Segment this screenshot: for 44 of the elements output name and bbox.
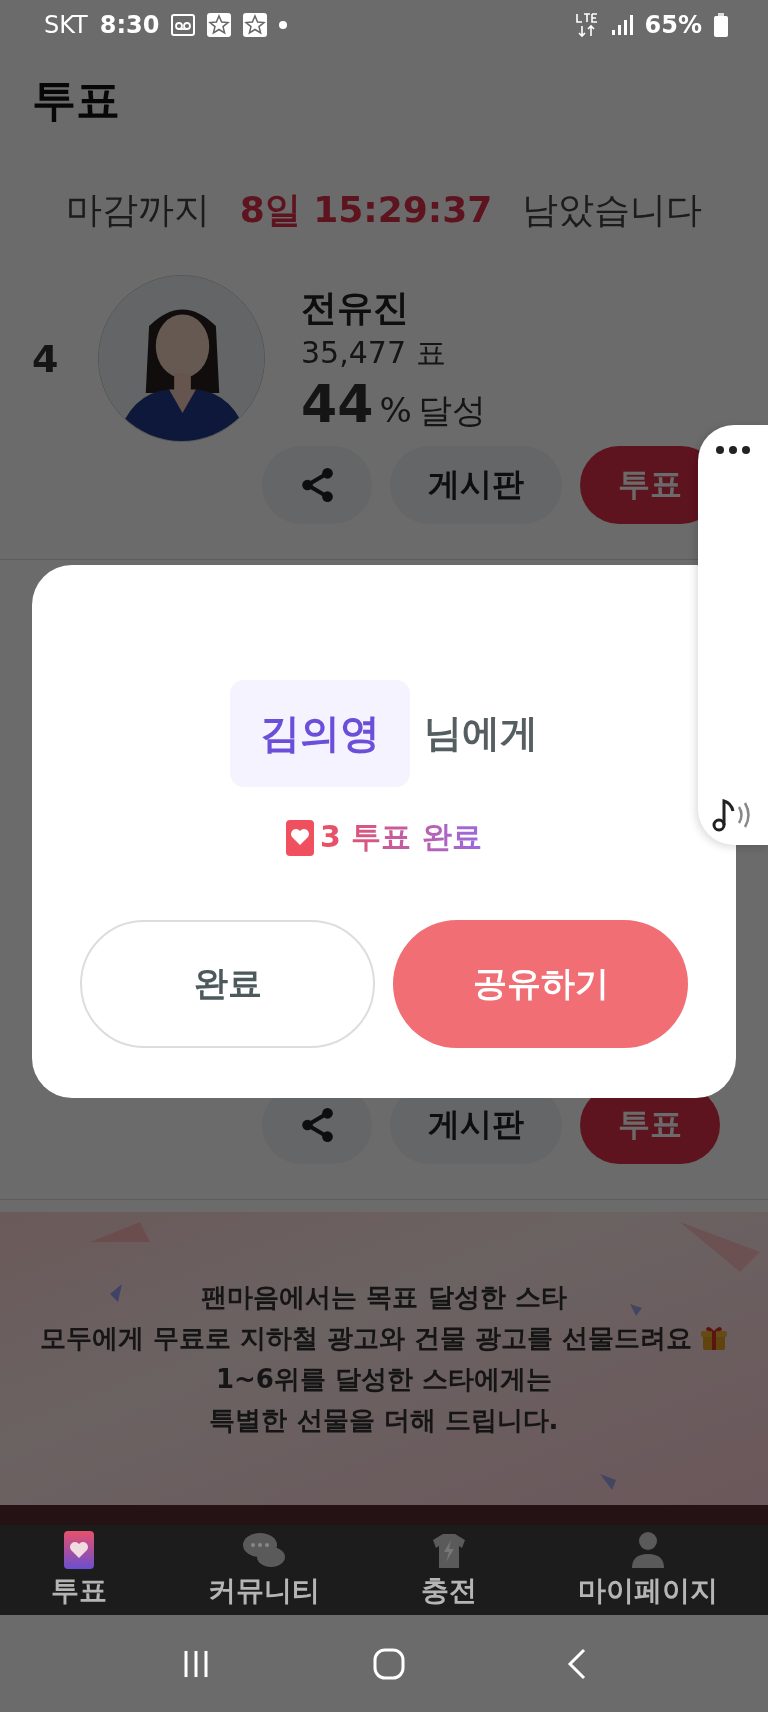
nav-tab[interactable]: 커뮤니티 bbox=[201, 1529, 326, 1611]
achievement-percent: 44 bbox=[301, 373, 374, 434]
back-icon bbox=[567, 1647, 587, 1680]
nav-tab[interactable]: 투표 bbox=[44, 1529, 113, 1611]
achievement-label: 달성 bbox=[417, 388, 486, 432]
star-badge-icon bbox=[243, 13, 268, 37]
person-icon bbox=[629, 1530, 666, 1570]
banner-text: 특별한 선물을 더해 드립니다. bbox=[209, 1403, 559, 1437]
clock-time: 8:30 bbox=[99, 11, 160, 39]
voicemail-icon bbox=[171, 14, 196, 36]
done-button[interactable]: 완료 bbox=[80, 920, 375, 1048]
more-button[interactable] bbox=[715, 445, 751, 455]
recipient-name: 김의영 bbox=[230, 680, 410, 787]
home-button[interactable] bbox=[373, 1647, 405, 1680]
share-icon bbox=[301, 1108, 333, 1142]
lte-data-icon bbox=[574, 12, 599, 38]
nav-tab[interactable]: 마이페이지 bbox=[571, 1529, 724, 1611]
more-icon bbox=[715, 445, 751, 455]
nav-tab[interactable]: 충전 bbox=[414, 1529, 483, 1611]
battery-icon bbox=[714, 13, 728, 37]
banner-text: 팬마음에서는 목표 달성한 스타 bbox=[201, 1280, 567, 1314]
carrier-name: SKT bbox=[44, 11, 88, 39]
page-title: 투표 bbox=[32, 72, 120, 127]
candidate-name: 전유진 bbox=[301, 285, 410, 330]
battery-percent: 65% bbox=[644, 11, 702, 39]
star-badge-icon bbox=[207, 13, 232, 37]
notification-dot-icon bbox=[279, 21, 288, 29]
recipient-suffix: 님에게 bbox=[424, 710, 538, 757]
heart-card-icon bbox=[286, 819, 315, 856]
back-button[interactable] bbox=[567, 1647, 587, 1680]
home-icon bbox=[373, 1647, 405, 1680]
chat-bubbles-icon bbox=[240, 1530, 287, 1570]
vote-count: 35,477 표 bbox=[301, 333, 447, 372]
gift-icon bbox=[700, 1324, 729, 1352]
percent-sign: % bbox=[379, 389, 412, 430]
banner-text: 1~6위를 달성한 스타에게는 bbox=[215, 1362, 553, 1396]
banner-text: 모두에게 무료로 지하철 광고와 건물 광고를 선물드려요 bbox=[39, 1321, 693, 1355]
deadline-suffix: 남았습니다 bbox=[522, 187, 703, 232]
share-icon bbox=[301, 468, 333, 502]
signal-icon bbox=[610, 14, 633, 36]
countdown-timer: 8일 15:29:37 bbox=[239, 187, 493, 232]
heart-card-icon bbox=[62, 1530, 95, 1570]
deadline-label: 마감까지 bbox=[65, 187, 210, 232]
rank-number: 4 bbox=[32, 336, 60, 381]
